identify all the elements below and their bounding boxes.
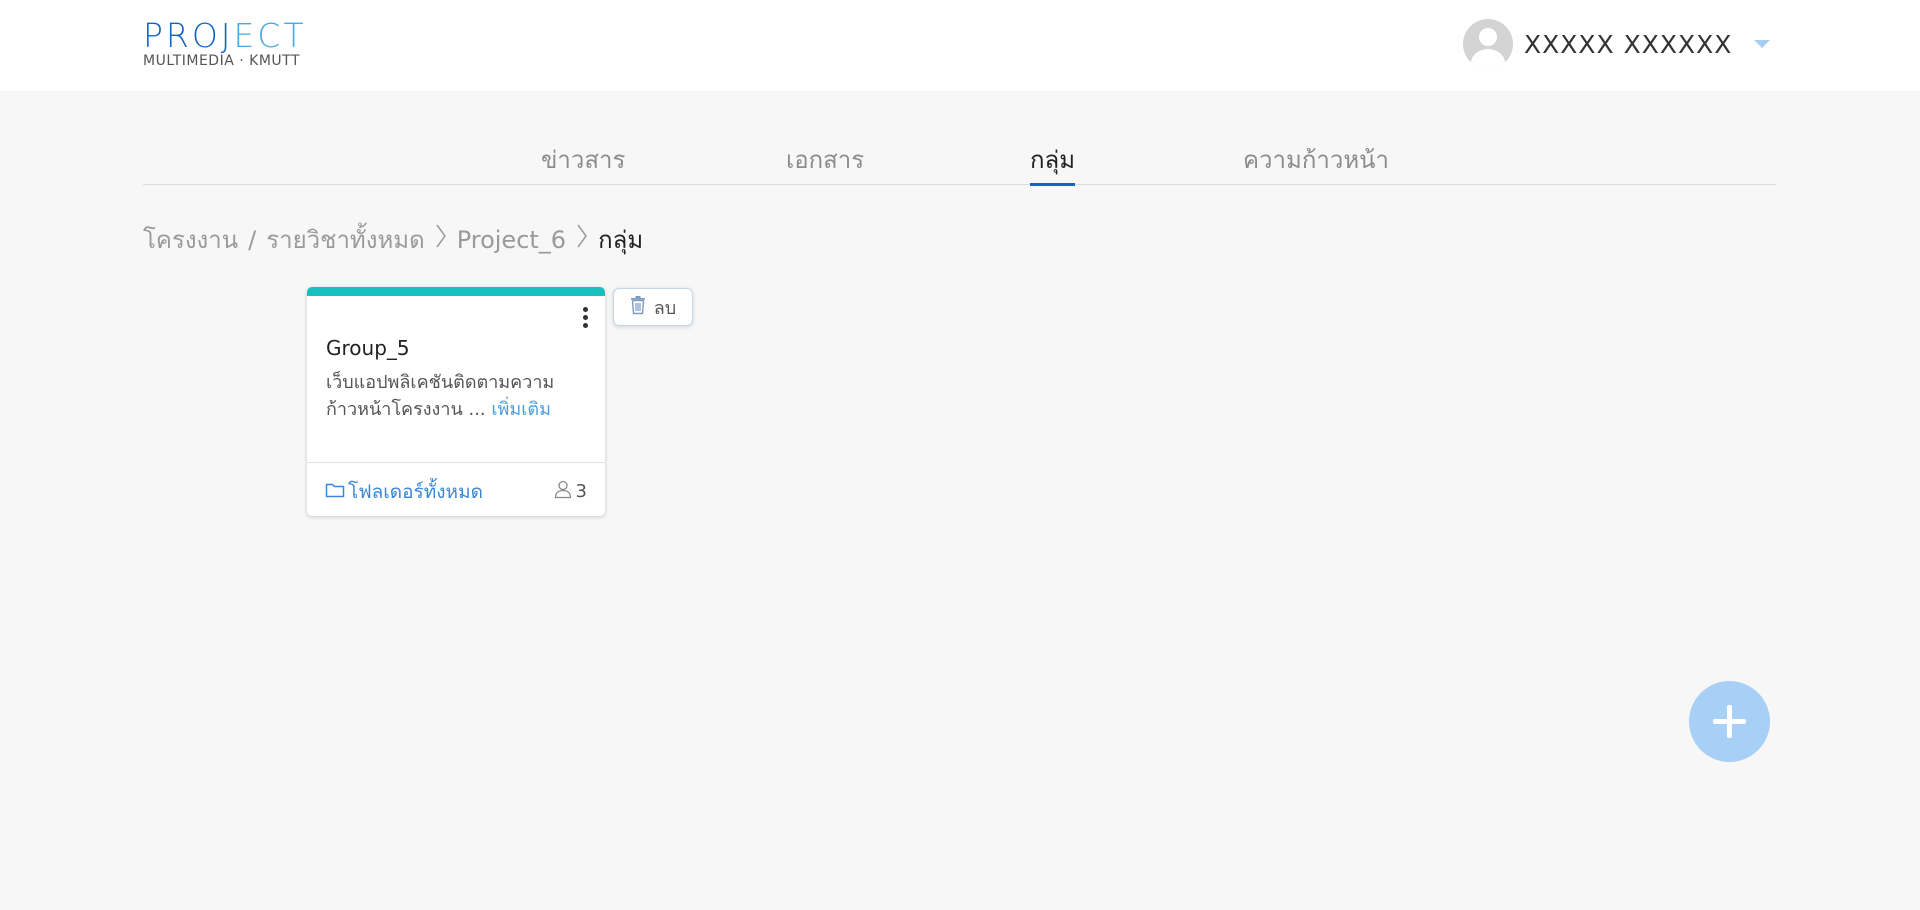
- member-count: 3: [553, 479, 587, 504]
- breadcrumb-current: กลุ่ม: [598, 226, 644, 254]
- tab-groups[interactable]: กลุ่ม: [1030, 140, 1076, 186]
- delete-button[interactable]: ลบ: [613, 288, 693, 326]
- read-more-link[interactable]: เพิ่มเติม: [491, 399, 551, 420]
- avatar[interactable]: [1463, 19, 1513, 69]
- group-description: เว็บแอปพลิเคชันติดตามความก้าวหน้าโครงงาน…: [326, 369, 588, 423]
- user-menu[interactable]: XXXXX XXXXXX: [1463, 19, 1771, 69]
- breadcrumb-all-courses[interactable]: รายวิชาทั้งหมด: [266, 220, 424, 259]
- trash-icon: [630, 295, 646, 319]
- add-group-button[interactable]: [1689, 681, 1770, 762]
- project-logo[interactable]: PROJECT MULTIMEDIA · KMUTT: [143, 16, 307, 70]
- logo-subtitle: MULTIMEDIA · KMUTT: [143, 53, 301, 69]
- all-folders-label[interactable]: โฟลเดอร์ทั้งหมด: [348, 477, 483, 507]
- member-count-value: 3: [575, 481, 587, 502]
- breadcrumb-separator: /: [248, 225, 257, 254]
- more-options-icon[interactable]: [583, 307, 589, 331]
- group-title[interactable]: Group_5: [326, 336, 410, 360]
- user-name[interactable]: XXXXX XXXXXX: [1524, 30, 1732, 59]
- chevron-right-icon: [576, 223, 588, 256]
- card-accent-stripe: [307, 287, 605, 296]
- tab-progress[interactable]: ความก้าวหน้า: [1243, 140, 1389, 187]
- group-card[interactable]: Group_5 เว็บแอปพลิเคชันติดตามความก้าวหน้…: [307, 287, 605, 516]
- logo-text-dark: PROJ: [143, 16, 234, 55]
- main-tabs: ข่าวสาร เอกสาร กลุ่ม ความก้าวหน้า: [143, 130, 1776, 187]
- top-header: PROJECT MULTIMEDIA · KMUTT XXXXX XXXXXX: [0, 0, 1920, 91]
- breadcrumb: โครงงาน / รายวิชาทั้งหมด Project_6 กลุ่ม: [143, 220, 643, 259]
- folder-icon: [325, 481, 348, 503]
- delete-label[interactable]: ลบ: [654, 293, 676, 322]
- breadcrumb-project[interactable]: Project_6: [457, 226, 566, 254]
- chevron-right-icon: [435, 223, 447, 256]
- all-folders-link[interactable]: โฟลเดอร์ทั้งหมด: [325, 477, 483, 507]
- card-divider: [307, 462, 605, 463]
- tab-documents[interactable]: เอกสาร: [786, 140, 864, 187]
- logo-text-light: ECT: [233, 16, 307, 55]
- user-icon: [553, 479, 576, 504]
- breadcrumb-root[interactable]: โครงงาน: [143, 220, 238, 259]
- chevron-down-icon[interactable]: [1754, 40, 1771, 48]
- tab-news[interactable]: ข่าวสาร: [541, 140, 625, 187]
